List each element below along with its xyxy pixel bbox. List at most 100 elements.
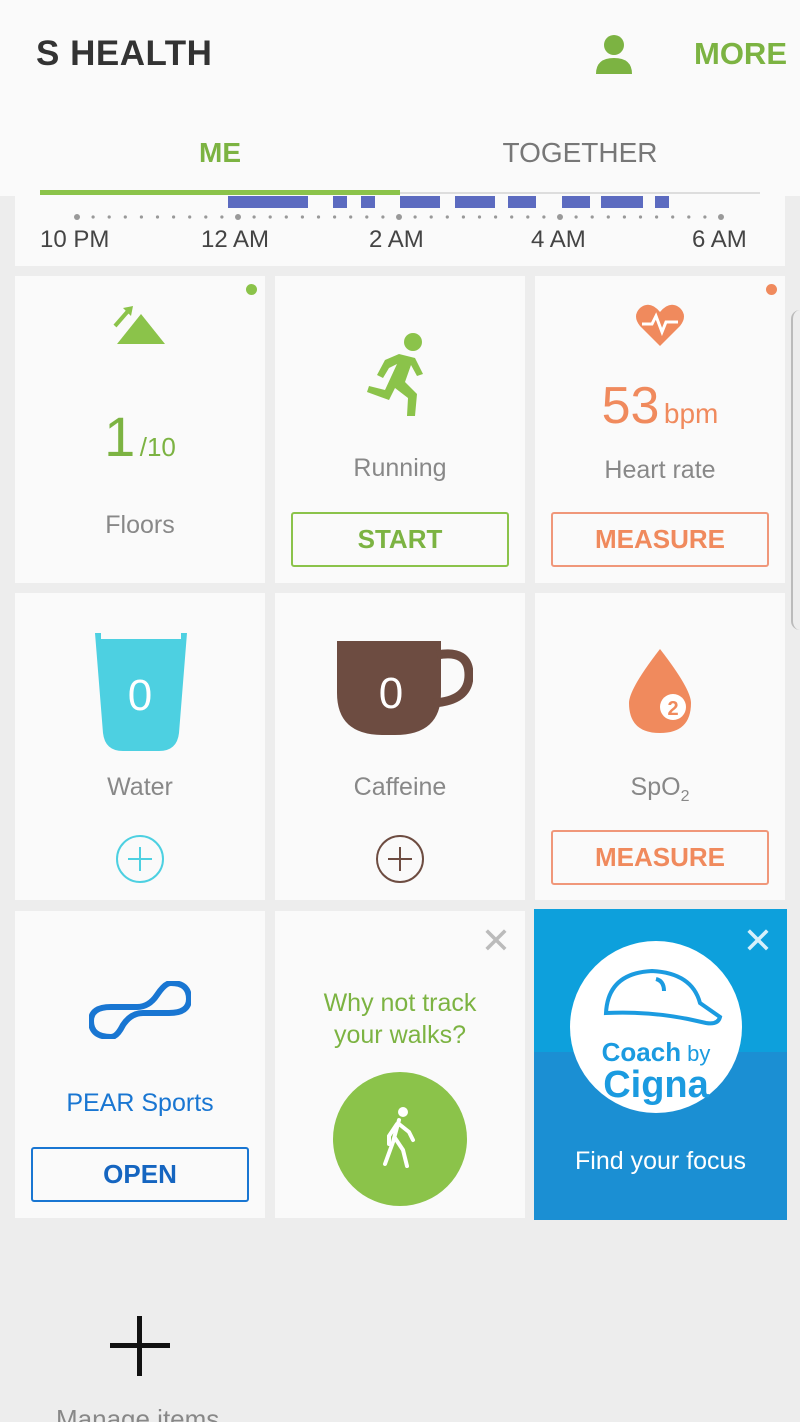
- minor-tick: [606, 215, 610, 219]
- coach-logo: Coach by Cigna: [570, 941, 742, 1113]
- minor-tick: [574, 215, 578, 219]
- sleep-bar: [601, 196, 643, 208]
- water-tile[interactable]: 0 Water: [15, 593, 265, 900]
- minor-tick: [687, 215, 691, 219]
- caffeine-label: Caffeine: [353, 773, 447, 801]
- measure-heart-rate-button[interactable]: MEASURE: [551, 512, 769, 567]
- spo2-tile[interactable]: 2 SpO2 MEASURE: [535, 593, 785, 900]
- walking-icon[interactable]: [333, 1072, 467, 1206]
- measure-spo2-button[interactable]: MEASURE: [551, 830, 769, 885]
- minor-tick: [155, 215, 160, 219]
- minor-tick: [381, 215, 385, 219]
- person-icon[interactable]: [596, 34, 632, 74]
- timeline-ticks: [74, 214, 724, 220]
- minor-tick: [252, 215, 256, 219]
- add-caffeine-button[interactable]: [375, 834, 425, 884]
- coach-logo-word: Coach: [602, 1037, 681, 1067]
- floors-tile[interactable]: 1 /10 Floors: [15, 276, 265, 583]
- svg-text:Coachby: Coach by: [602, 1037, 711, 1067]
- minor-tick: [188, 215, 192, 219]
- floors-label: Floors: [105, 511, 175, 539]
- minor-tick: [365, 215, 369, 219]
- spo2-label-main: SpO: [630, 773, 681, 801]
- cigna-logo-word: Cigna: [603, 1064, 709, 1106]
- bpm-number: 53: [601, 377, 660, 435]
- start-button[interactable]: START: [291, 512, 509, 567]
- minor-tick: [671, 215, 675, 219]
- minor-tick: [333, 215, 337, 219]
- minor-tick: [413, 215, 417, 219]
- tab-divider: [400, 192, 760, 194]
- edge-panel-handle[interactable]: [791, 310, 800, 630]
- major-tick: [557, 214, 563, 220]
- pear-sports-label: PEAR Sports: [66, 1089, 214, 1117]
- runner-icon: [367, 333, 423, 416]
- minor-tick: [429, 215, 433, 219]
- minor-tick: [477, 215, 482, 219]
- time-label-2am: 2 AM: [369, 226, 424, 253]
- heart-rate-value: 53 bpm: [535, 376, 785, 436]
- heart-rate-label: Heart rate: [604, 456, 716, 484]
- tab-together[interactable]: TOGETHER: [400, 137, 760, 169]
- add-water-button[interactable]: [115, 834, 165, 884]
- caffeine-tile[interactable]: 0 Caffeine: [275, 593, 525, 900]
- status-dot: [766, 284, 777, 295]
- sleep-bar: [508, 196, 536, 208]
- running-tile[interactable]: Running START: [275, 276, 525, 583]
- floors-count: 1: [104, 405, 136, 468]
- close-icon[interactable]: ✕: [743, 923, 773, 959]
- pear-logo-icon: [89, 981, 191, 1039]
- mountain-icon: [113, 306, 165, 344]
- manage-items-label[interactable]: Manage items: [56, 1404, 219, 1422]
- more-button[interactable]: MORE: [694, 36, 787, 72]
- minor-tick: [703, 215, 707, 219]
- water-label: Water: [107, 773, 173, 801]
- sleep-bar: [562, 196, 590, 208]
- running-label: Running: [353, 454, 447, 482]
- sleep-card[interactable]: 10 PM 12 AM 2 AM 4 AM 6 AM: [15, 196, 785, 266]
- track-walks-line1: Why not track: [323, 989, 477, 1017]
- minor-tick: [655, 215, 659, 219]
- tab-indicator: [40, 190, 400, 195]
- time-label-6am: 6 AM: [692, 226, 747, 253]
- sleep-bar: [655, 196, 669, 208]
- major-tick: [396, 214, 402, 220]
- minor-tick: [107, 215, 111, 219]
- plus-icon[interactable]: [110, 1316, 170, 1376]
- sleep-bar: [228, 196, 308, 208]
- minor-tick: [300, 215, 304, 219]
- coach-by-cigna-tile[interactable]: ✕ Coach by Cigna Find your focus: [534, 909, 787, 1220]
- minor-tick: [172, 215, 176, 219]
- sleep-bars: [228, 196, 669, 208]
- bpm-unit: bpm: [663, 398, 719, 429]
- status-dot: [246, 284, 257, 295]
- track-walks-line2: your walks?: [334, 1021, 466, 1049]
- close-icon[interactable]: ✕: [481, 923, 511, 959]
- app-header: S HEALTH MORE ME TOGETHER: [0, 0, 800, 196]
- minor-tick: [204, 215, 208, 219]
- pear-sports-tile[interactable]: PEAR Sports OPEN: [15, 911, 265, 1218]
- minor-tick: [461, 215, 465, 219]
- minor-tick: [220, 215, 224, 219]
- tab-me[interactable]: ME: [40, 137, 400, 169]
- heart-icon: [636, 304, 684, 346]
- track-walks-tile[interactable]: ✕ Why not track your walks?: [275, 911, 525, 1218]
- sleep-bar: [361, 196, 375, 208]
- heart-rate-tile[interactable]: 53 bpm Heart rate MEASURE: [535, 276, 785, 583]
- minor-tick: [139, 215, 143, 219]
- floors-goal: /10: [139, 432, 176, 462]
- sleep-bar: [455, 196, 495, 208]
- minor-tick: [526, 215, 530, 219]
- spo2-label: SpO2: [535, 773, 785, 806]
- minor-tick: [284, 215, 288, 219]
- caffeine-count: 0: [378, 669, 404, 718]
- drop-icon: 2: [629, 649, 691, 733]
- minor-tick: [494, 215, 498, 219]
- minor-tick: [316, 215, 321, 219]
- time-label-4am: 4 AM: [531, 226, 586, 253]
- open-button[interactable]: OPEN: [31, 1147, 249, 1202]
- major-tick: [235, 214, 241, 220]
- minor-tick: [268, 215, 272, 219]
- minor-tick: [91, 215, 95, 219]
- minor-tick: [445, 215, 449, 219]
